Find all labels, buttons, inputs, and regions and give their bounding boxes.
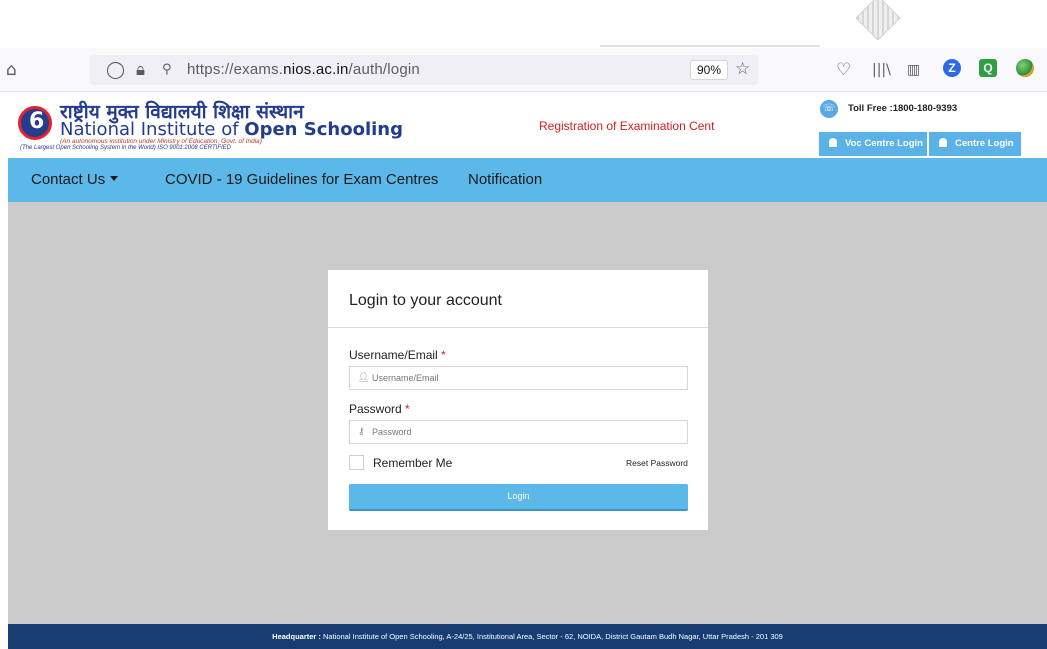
main-nav: Contact Us COVID - 19 Guidelines for Exa… [8, 158, 1047, 202]
username-label: Username/Email * [349, 348, 446, 362]
user-icon [829, 138, 837, 147]
remember-me-checkbox[interactable] [349, 455, 364, 470]
sidebar-icon[interactable]: ▥ [907, 60, 920, 80]
remember-me-label[interactable]: Remember Me [373, 456, 452, 470]
user-icon: 👤︎ [358, 373, 370, 383]
login-button[interactable]: Login [349, 484, 688, 511]
q-extension-icon[interactable]: Q [979, 59, 997, 77]
site-header: राष्ट्रीय मुक्त विद्यालयी शिक्षा संस्थान… [8, 92, 1047, 158]
username-input[interactable] [372, 370, 672, 386]
browser-tab-strip [0, 0, 1047, 48]
username-field-wrapper: 👤︎ [349, 366, 688, 390]
nios-logo-icon[interactable] [18, 106, 52, 140]
pocket-icon[interactable]: ♡ [836, 60, 851, 80]
nav-notification[interactable]: Notification [468, 171, 542, 188]
browser-toolbar: ⌂ ◯ 🔒︎ ⚲ https://exams.nios.ac.in/auth/l… [0, 48, 1047, 92]
url-text[interactable]: https://exams.nios.ac.in/auth/login [187, 61, 420, 78]
shield-icon[interactable]: ◯ [106, 60, 125, 80]
zoom-extension-icon[interactable]: Z [943, 59, 961, 77]
zoom-level[interactable]: 90% [690, 60, 728, 80]
password-field-wrapper: ⚷ [349, 420, 688, 444]
url-bar[interactable]: ◯ 🔒︎ ⚲ https://exams.nios.ac.in/auth/log… [90, 55, 758, 85]
centre-login-button[interactable]: Centre Login [929, 132, 1021, 156]
voc-centre-login-button[interactable]: Voc Centre Login [819, 132, 927, 156]
logo-tagline: (An autonomous institution under Ministr… [60, 138, 262, 145]
footer-address: Headquarter : National Institute of Open… [272, 632, 783, 641]
password-label: Password * [349, 402, 410, 416]
chevron-down-icon [110, 176, 119, 181]
registration-marquee: Registration of Examination Cent [539, 119, 715, 133]
main-content: Login to your account Username/Email * 👤… [8, 202, 1047, 624]
toll-free-number: Toll Free :1800-180-9393 [848, 103, 958, 114]
reset-password-link[interactable]: Reset Password [626, 458, 688, 468]
phone-icon: ☏ [820, 100, 838, 118]
login-card: Login to your account Username/Email * 👤… [328, 270, 708, 530]
lock-icon[interactable]: 🔒︎ [136, 60, 145, 80]
login-title: Login to your account [349, 292, 502, 309]
logo-english-name[interactable]: National Institute of Open Schooling [60, 119, 403, 140]
globe-extension-icon[interactable] [1016, 59, 1034, 77]
footer: Headquarter : National Institute of Open… [8, 624, 1047, 649]
nav-covid-guidelines[interactable]: COVID - 19 Guidelines for Exam Centres [165, 171, 438, 188]
bookmark-star-icon[interactable]: ☆ [735, 59, 750, 79]
decorative-pattern [855, 0, 901, 41]
key-icon: ⚷ [358, 427, 365, 437]
tab-indicator [600, 45, 820, 47]
home-icon[interactable]: ⌂ [6, 60, 17, 80]
divider [328, 327, 708, 328]
user-icon [939, 138, 947, 147]
logo-certification: (The Largest Open Schooling System in th… [20, 145, 231, 151]
library-icon[interactable]: |||\ [872, 60, 891, 80]
nav-contact-us[interactable]: Contact Us [31, 171, 119, 188]
password-input[interactable] [372, 424, 672, 440]
permissions-icon[interactable]: ⚲ [162, 60, 172, 80]
